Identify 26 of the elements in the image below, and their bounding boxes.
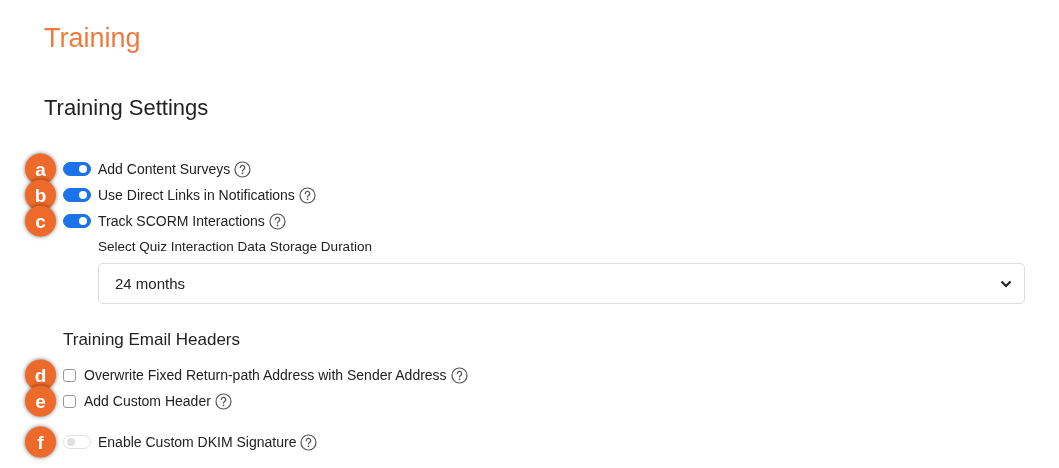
- chevron-down-icon: [1000, 279, 1012, 288]
- marker-badge: e: [25, 385, 56, 417]
- checkbox[interactable]: [63, 394, 76, 408]
- help-icon[interactable]: [268, 212, 286, 230]
- toggle-switch[interactable]: [63, 162, 91, 176]
- duration-select[interactable]: 24 months: [98, 263, 1025, 304]
- page-title: Training: [44, 22, 142, 54]
- help-icon[interactable]: [298, 186, 316, 204]
- toggle-switch[interactable]: [63, 188, 91, 202]
- setting-label: Add Custom Header: [84, 393, 211, 409]
- setting-label: Add Content Surveys: [98, 161, 231, 177]
- help-icon[interactable]: [300, 433, 318, 451]
- section-title: Training Settings: [44, 94, 210, 122]
- setting-label: Use Direct Links in Notifications: [98, 187, 295, 203]
- toggle-switch[interactable]: [63, 214, 91, 228]
- setting-label: Track SCORM Interactions: [98, 213, 265, 229]
- marker-badge: f: [25, 426, 56, 458]
- setting-label: Enable Custom DKIM Signature: [98, 434, 297, 450]
- help-icon[interactable]: [214, 392, 232, 410]
- marker-badge: c: [25, 205, 56, 237]
- field-label: Select Quiz Interaction Data Storage Duration: [98, 238, 373, 256]
- checkbox[interactable]: [63, 368, 76, 382]
- subsection-title: Training Email Headers: [63, 329, 241, 351]
- help-icon[interactable]: [450, 366, 468, 384]
- setting-label: Overwrite Fixed Return-path Address with Sender Address: [84, 367, 447, 383]
- help-icon[interactable]: [234, 160, 252, 178]
